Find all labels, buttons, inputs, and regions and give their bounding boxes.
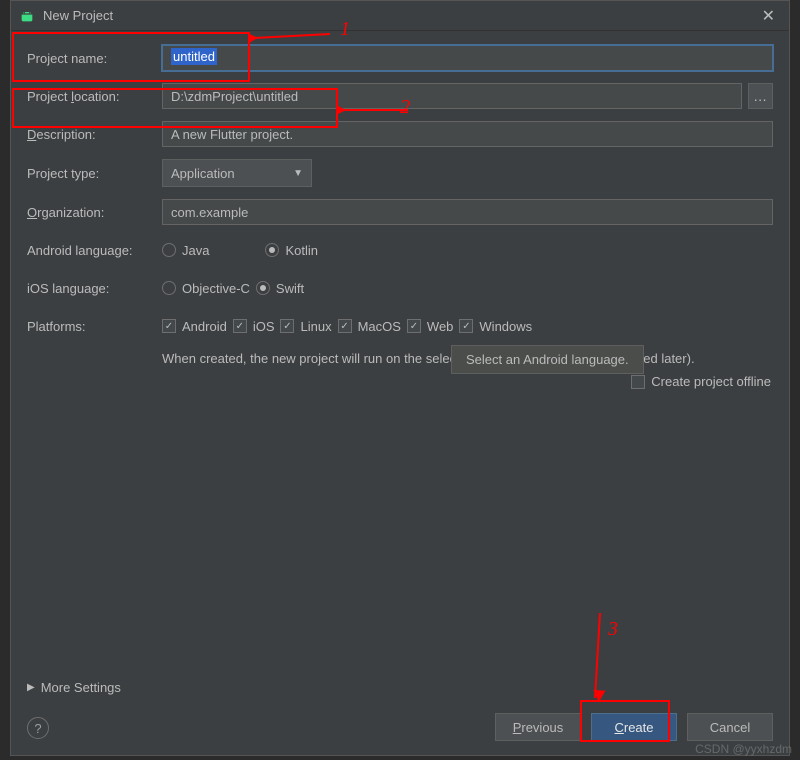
radio-icon (162, 281, 176, 295)
check-ios[interactable]: ✓iOS (233, 319, 275, 334)
label-project-location: Project location: (27, 89, 162, 104)
radio-objc[interactable]: Objective-C (162, 281, 250, 296)
android-studio-icon (19, 8, 35, 24)
radio-swift[interactable]: Swift (256, 281, 304, 296)
create-button[interactable]: Create (591, 713, 677, 741)
project-location-input[interactable] (162, 83, 742, 109)
checkbox-icon: ✓ (338, 319, 352, 333)
chevron-down-icon: ▼ (293, 168, 303, 179)
chevron-right-icon: ▶ (27, 682, 35, 693)
row-organization: Organization: (27, 199, 773, 225)
browse-button[interactable]: … (748, 83, 773, 109)
new-project-dialog: New Project ✕ Project name: untitled Pro… (10, 0, 790, 756)
check-windows[interactable]: ✓Windows (459, 319, 532, 334)
cancel-button[interactable]: Cancel (687, 713, 773, 741)
row-project-location: Project location: … (27, 83, 773, 109)
check-android[interactable]: ✓Android (162, 319, 227, 334)
dialog-title: New Project (43, 8, 756, 23)
help-icon[interactable]: ? (27, 717, 49, 739)
label-project-name: Project name: (27, 51, 162, 66)
label-project-type: Project type: (27, 166, 162, 181)
titlebar: New Project ✕ (11, 1, 789, 31)
project-name-input[interactable] (162, 45, 773, 71)
organization-input[interactable] (162, 199, 773, 225)
checkbox-icon: ✓ (631, 375, 645, 389)
close-icon[interactable]: ✕ (756, 6, 781, 26)
more-settings-toggle[interactable]: ▶ More Settings (27, 680, 121, 695)
checkbox-icon: ✓ (407, 319, 421, 333)
row-description: Description: (27, 121, 773, 147)
description-input[interactable] (162, 121, 773, 147)
check-offline[interactable]: ✓ Create project offline (631, 374, 771, 389)
checkbox-icon: ✓ (233, 319, 247, 333)
radio-icon (162, 243, 176, 257)
checkbox-icon: ✓ (162, 319, 176, 333)
project-type-select[interactable]: Application ▼ (162, 159, 312, 187)
label-platforms: Platforms: (27, 319, 162, 334)
button-bar: Previous Create Cancel (495, 713, 773, 741)
check-macos[interactable]: ✓MacOS (338, 319, 401, 334)
radio-kotlin[interactable]: Kotlin (265, 243, 318, 258)
row-project-name: Project name: untitled (27, 45, 773, 71)
label-description: Description: (27, 127, 162, 142)
dialog-content: Project name: untitled Project location:… (11, 31, 789, 755)
check-web[interactable]: ✓Web (407, 319, 454, 334)
row-platforms: Platforms: ✓Android ✓iOS ✓Linux ✓MacOS ✓… (27, 313, 773, 339)
row-project-type: Project type: Application ▼ (27, 159, 773, 187)
checkbox-icon: ✓ (280, 319, 294, 333)
check-linux[interactable]: ✓Linux (280, 319, 331, 334)
checkbox-icon: ✓ (459, 319, 473, 333)
radio-java[interactable]: Java (162, 243, 209, 258)
radio-icon (256, 281, 270, 295)
row-offline: ✓ Create project offline (27, 374, 773, 389)
label-android-language: Android language: (27, 243, 162, 258)
row-ios-language: iOS language: Objective-C Swift (27, 275, 773, 301)
label-organization: Organization: (27, 205, 162, 220)
radio-icon (265, 243, 279, 257)
previous-button[interactable]: Previous (495, 713, 581, 741)
row-android-language: Android language: Java Kotlin (27, 237, 773, 263)
label-ios-language: iOS language: (27, 281, 162, 296)
tooltip-android-language: Select an Android language. (451, 345, 644, 374)
